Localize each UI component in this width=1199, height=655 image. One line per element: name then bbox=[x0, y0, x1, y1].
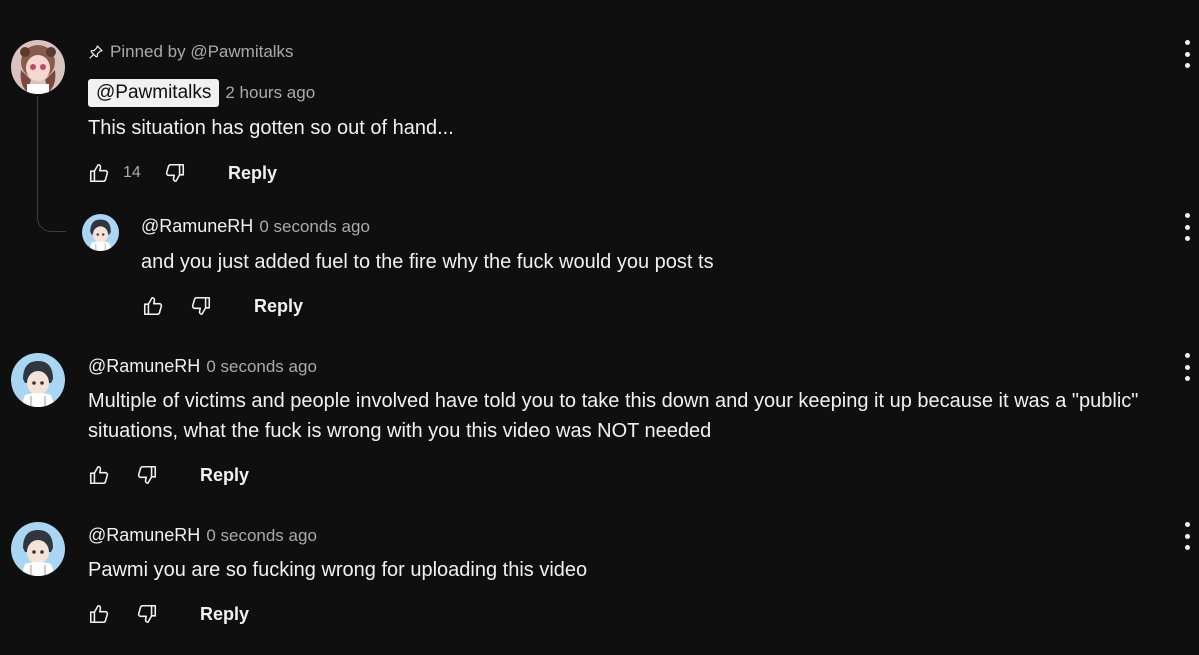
comment-timestamp[interactable]: 2 hours ago bbox=[225, 83, 315, 103]
pinned-by-text: Pinned by @Pawmitalks bbox=[110, 42, 294, 61]
reply-button[interactable]: Reply bbox=[254, 296, 303, 317]
thumbs-down-icon[interactable] bbox=[135, 602, 159, 626]
comment-actions: 14 Reply bbox=[87, 158, 277, 188]
comments-section: Pinned by @Pawmitalks @Pawmitalks 2 hour… bbox=[0, 0, 1199, 655]
author-name[interactable]: @RamuneRH bbox=[88, 525, 200, 546]
comment-timestamp[interactable]: 0 seconds ago bbox=[259, 217, 370, 237]
thumbs-up-icon[interactable] bbox=[141, 294, 165, 318]
comment-text: Multiple of victims and people involved … bbox=[88, 390, 1139, 442]
more-vertical-icon[interactable] bbox=[1181, 522, 1193, 550]
author-name[interactable]: @RamuneRH bbox=[141, 216, 253, 237]
reply-actions: Reply bbox=[141, 291, 303, 321]
more-vertical-icon[interactable] bbox=[1181, 353, 1193, 381]
reply-button[interactable]: Reply bbox=[200, 465, 249, 486]
more-vertical-icon[interactable] bbox=[1181, 213, 1193, 241]
thread-connector bbox=[37, 96, 66, 232]
comment-actions: Reply bbox=[87, 460, 249, 490]
comment-text: This situation has gotten so out of hand… bbox=[88, 117, 454, 139]
ramunerh-avatar[interactable] bbox=[11, 522, 65, 576]
thumbs-down-icon[interactable] bbox=[189, 294, 213, 318]
pin-icon bbox=[88, 44, 104, 60]
thumbs-down-icon[interactable] bbox=[135, 463, 159, 487]
ramunerh-avatar[interactable] bbox=[82, 214, 119, 251]
pawmitalks-avatar[interactable] bbox=[11, 40, 65, 94]
comment-header: @RamuneRH 0 seconds ago bbox=[88, 356, 317, 377]
author-name[interactable]: @RamuneRH bbox=[88, 356, 200, 377]
comment-timestamp[interactable]: 0 seconds ago bbox=[206, 526, 317, 546]
more-vertical-icon[interactable] bbox=[1181, 40, 1193, 68]
reply-header: @RamuneRH 0 seconds ago bbox=[141, 216, 370, 237]
reply-button[interactable]: Reply bbox=[200, 604, 249, 625]
reply-text: and you just added fuel to the fire why … bbox=[141, 251, 714, 273]
like-count: 14 bbox=[123, 164, 141, 181]
thumbs-up-icon[interactable] bbox=[87, 602, 111, 626]
thumbs-up-icon[interactable] bbox=[87, 463, 111, 487]
comment-header: @RamuneRH 0 seconds ago bbox=[88, 525, 317, 546]
pinned-comment-header: @Pawmitalks 2 hours ago bbox=[88, 79, 315, 107]
pinned-label: Pinned by @Pawmitalks bbox=[88, 42, 294, 62]
thumbs-down-icon[interactable] bbox=[163, 161, 187, 185]
reply-button[interactable]: Reply bbox=[228, 163, 277, 184]
comment-text: Pawmi you are so fucking wrong for uploa… bbox=[88, 559, 588, 581]
comment-timestamp[interactable]: 0 seconds ago bbox=[206, 357, 317, 377]
thumbs-up-icon[interactable] bbox=[87, 161, 111, 185]
author-chip[interactable]: @Pawmitalks bbox=[88, 79, 220, 107]
comment-actions: Reply bbox=[87, 599, 249, 629]
ramunerh-avatar[interactable] bbox=[11, 353, 65, 407]
